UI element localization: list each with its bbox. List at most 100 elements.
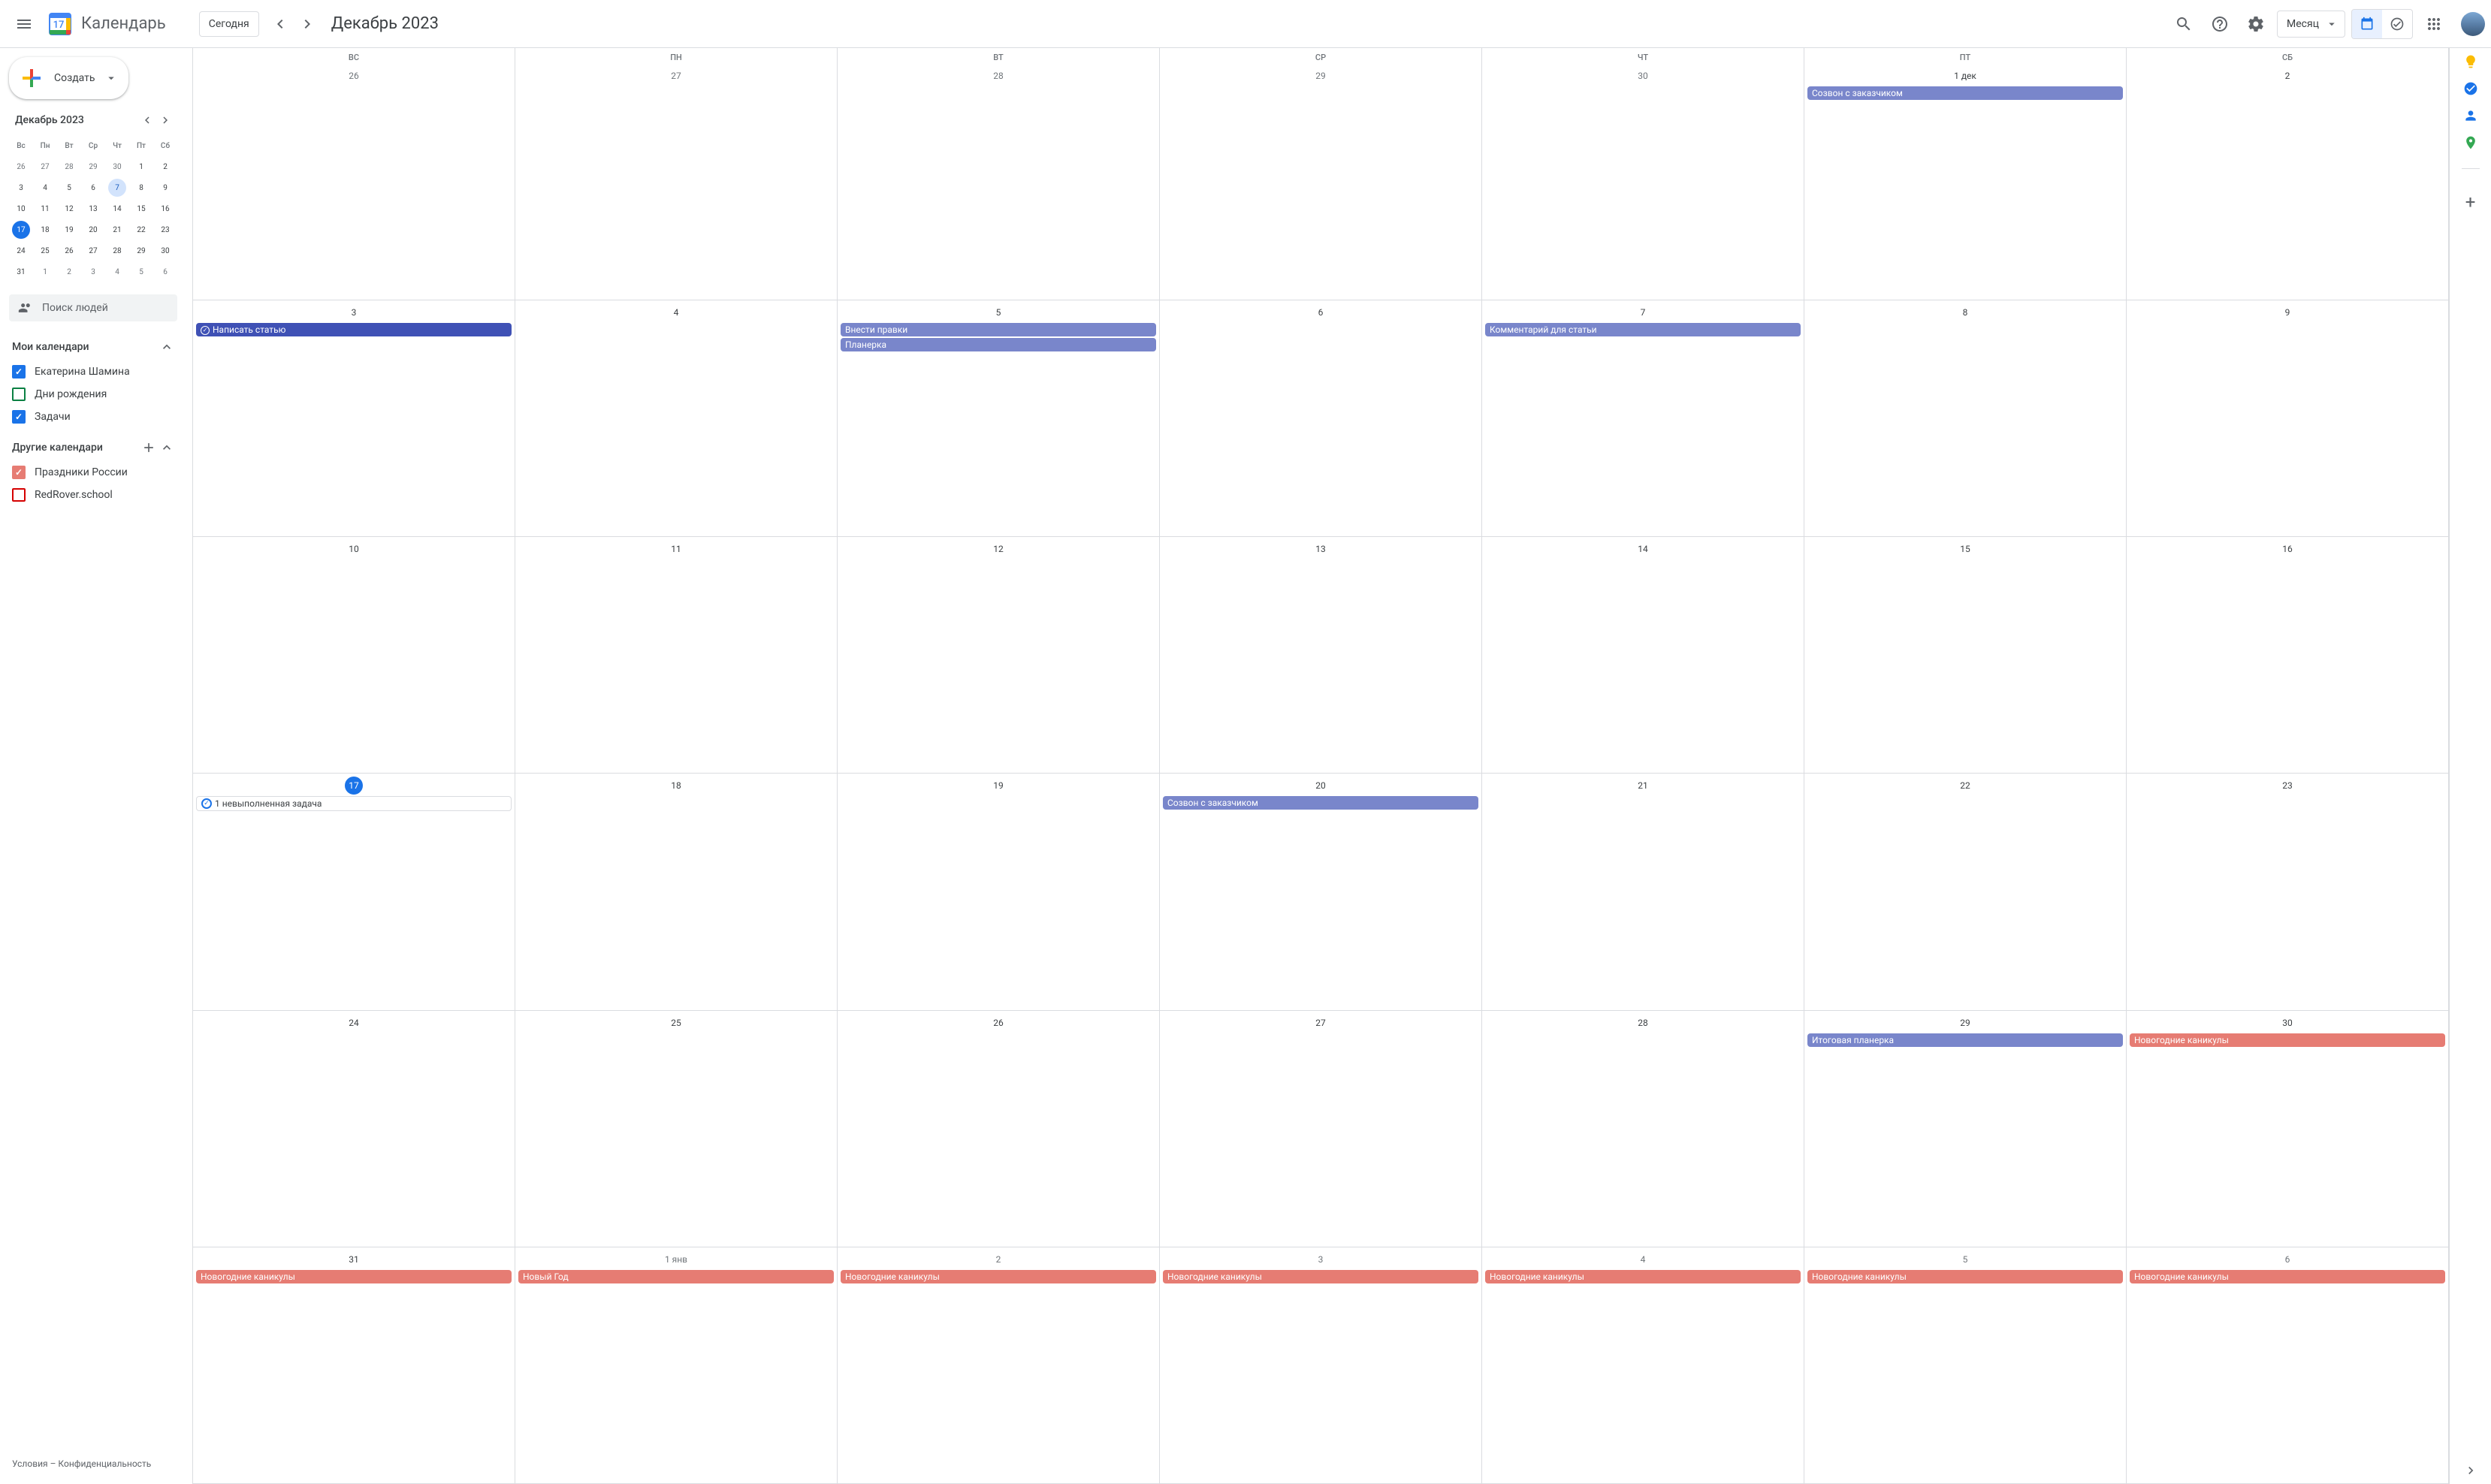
day-number[interactable]: 30: [2130, 1014, 2445, 1032]
day-number[interactable]: 3: [196, 303, 512, 321]
day-number[interactable]: 7: [1485, 303, 1801, 321]
day-number[interactable]: 28: [1485, 1014, 1801, 1032]
event-chip[interactable]: Новогодние каникулы: [196, 1270, 512, 1283]
day-number[interactable]: 4: [518, 303, 834, 321]
search-button[interactable]: [2169, 9, 2199, 39]
google-apps-button[interactable]: [2419, 9, 2449, 39]
mini-day-cell[interactable]: 17: [12, 221, 30, 239]
mini-prev-button[interactable]: [138, 111, 156, 129]
day-cell[interactable]: 2: [2127, 64, 2449, 300]
day-cell[interactable]: 30Новогодние каникулы: [2127, 1011, 2449, 1247]
mini-day-cell[interactable]: 16: [156, 200, 174, 218]
event-chip[interactable]: Внести правки: [841, 323, 1156, 336]
other-calendars-header[interactable]: Другие календари: [9, 434, 177, 461]
event-chip[interactable]: Созвон с заказчиком: [1807, 86, 2123, 100]
mini-day-cell[interactable]: 1: [36, 263, 54, 281]
day-number[interactable]: 4: [1485, 1250, 1801, 1268]
event-chip[interactable]: Итоговая планерка: [1807, 1033, 2123, 1047]
mini-day-cell[interactable]: 11: [36, 200, 54, 218]
mini-day-cell[interactable]: 12: [60, 200, 78, 218]
day-cell[interactable]: 171 невыполненная задача: [193, 774, 515, 1009]
day-number[interactable]: 6: [2130, 1250, 2445, 1268]
day-cell[interactable]: 8: [1804, 300, 2127, 536]
next-month-button[interactable]: [295, 12, 319, 36]
event-chip[interactable]: ✓Написать статью: [196, 323, 512, 336]
day-number[interactable]: 5: [1807, 1250, 2123, 1268]
day-number[interactable]: 24: [196, 1014, 512, 1032]
mini-day-cell[interactable]: 31: [12, 263, 30, 281]
day-number[interactable]: 19: [841, 777, 1156, 795]
create-button[interactable]: Создать: [9, 57, 128, 99]
day-number[interactable]: 12: [841, 540, 1156, 558]
view-selector[interactable]: Месяц: [2277, 11, 2345, 38]
day-cell[interactable]: 15: [1804, 537, 2127, 773]
day-cell[interactable]: 7 Комментарий для статьи: [1482, 300, 1804, 536]
day-cell[interactable]: 28: [1482, 1011, 1804, 1247]
day-number[interactable]: 25: [518, 1014, 834, 1032]
task-chip[interactable]: 1 невыполненная задача: [196, 796, 512, 811]
day-cell[interactable]: 9: [2127, 300, 2449, 536]
help-button[interactable]: [2205, 9, 2235, 39]
calendar-item[interactable]: Задачи: [9, 406, 177, 428]
day-cell[interactable]: 24: [193, 1011, 515, 1247]
tasks-panel-icon[interactable]: [2463, 81, 2478, 96]
day-cell[interactable]: 26: [193, 64, 515, 300]
day-cell[interactable]: 27: [515, 64, 838, 300]
mini-day-cell[interactable]: 9: [156, 179, 174, 197]
day-cell[interactable]: 10: [193, 537, 515, 773]
day-cell[interactable]: 19: [838, 774, 1160, 1009]
day-cell[interactable]: 1 янвНовый Год: [515, 1247, 838, 1483]
day-number[interactable]: 14: [1485, 540, 1801, 558]
event-chip[interactable]: Планерка: [841, 338, 1156, 351]
day-number[interactable]: 5: [841, 303, 1156, 321]
day-cell[interactable]: 3 ✓Написать статью: [193, 300, 515, 536]
panel-collapse-button[interactable]: [2463, 1463, 2478, 1478]
mini-day-cell[interactable]: 23: [156, 221, 174, 239]
day-number[interactable]: 27: [1163, 1014, 1478, 1032]
day-cell[interactable]: 29Итоговая планерка: [1804, 1011, 2127, 1247]
maps-panel-icon[interactable]: [2463, 135, 2478, 150]
calendar-view-toggle[interactable]: [2352, 10, 2382, 38]
event-chip[interactable]: Комментарий для статьи: [1485, 323, 1801, 336]
mini-day-cell[interactable]: 13: [84, 200, 102, 218]
terms-link[interactable]: Условия: [12, 1458, 48, 1469]
calendar-item[interactable]: Праздники России: [9, 461, 177, 484]
plus-icon[interactable]: [141, 440, 156, 455]
day-number[interactable]: 1 дек: [1807, 67, 2123, 85]
calendar-checkbox[interactable]: [12, 488, 26, 502]
mini-day-cell[interactable]: 5: [132, 263, 150, 281]
event-chip[interactable]: Новогодние каникулы: [1485, 1270, 1801, 1283]
day-cell[interactable]: 31Новогодние каникулы: [193, 1247, 515, 1483]
panel-add-button[interactable]: +: [2456, 187, 2486, 217]
day-cell[interactable]: 5Новогодние каникулы: [1804, 1247, 2127, 1483]
day-cell[interactable]: 2Новогодние каникулы: [838, 1247, 1160, 1483]
day-cell[interactable]: 14: [1482, 537, 1804, 773]
day-cell[interactable]: 27: [1160, 1011, 1482, 1247]
day-cell[interactable]: 25: [515, 1011, 838, 1247]
mini-day-cell[interactable]: 20: [84, 221, 102, 239]
day-number[interactable]: 8: [1807, 303, 2123, 321]
today-button[interactable]: Сегодня: [199, 11, 259, 37]
event-chip[interactable]: Новый Год: [518, 1270, 834, 1283]
mini-day-cell[interactable]: 7: [108, 179, 126, 197]
day-number[interactable]: 20: [1163, 777, 1478, 795]
event-chip[interactable]: Созвон с заказчиком: [1163, 796, 1478, 810]
event-chip[interactable]: Новогодние каникулы: [2130, 1270, 2445, 1283]
day-number[interactable]: 10: [196, 540, 512, 558]
day-cell[interactable]: 29: [1160, 64, 1482, 300]
mini-day-cell[interactable]: 4: [36, 179, 54, 197]
event-chip[interactable]: Новогодние каникулы: [2130, 1033, 2445, 1047]
day-number[interactable]: 6: [1163, 303, 1478, 321]
mini-day-cell[interactable]: 15: [132, 200, 150, 218]
day-cell[interactable]: 5 Внести правки Планерка: [838, 300, 1160, 536]
day-number[interactable]: 17: [196, 777, 512, 795]
mini-next-button[interactable]: [156, 111, 174, 129]
mini-day-cell[interactable]: 3: [84, 263, 102, 281]
day-cell[interactable]: 13: [1160, 537, 1482, 773]
day-cell[interactable]: 11: [515, 537, 838, 773]
day-number[interactable]: 21: [1485, 777, 1801, 795]
mini-day-cell[interactable]: 1: [132, 158, 150, 176]
search-people-input[interactable]: Поиск людей: [9, 294, 177, 321]
calendar-checkbox[interactable]: [12, 410, 26, 424]
calendar-item[interactable]: Екатерина Шамина: [9, 360, 177, 383]
